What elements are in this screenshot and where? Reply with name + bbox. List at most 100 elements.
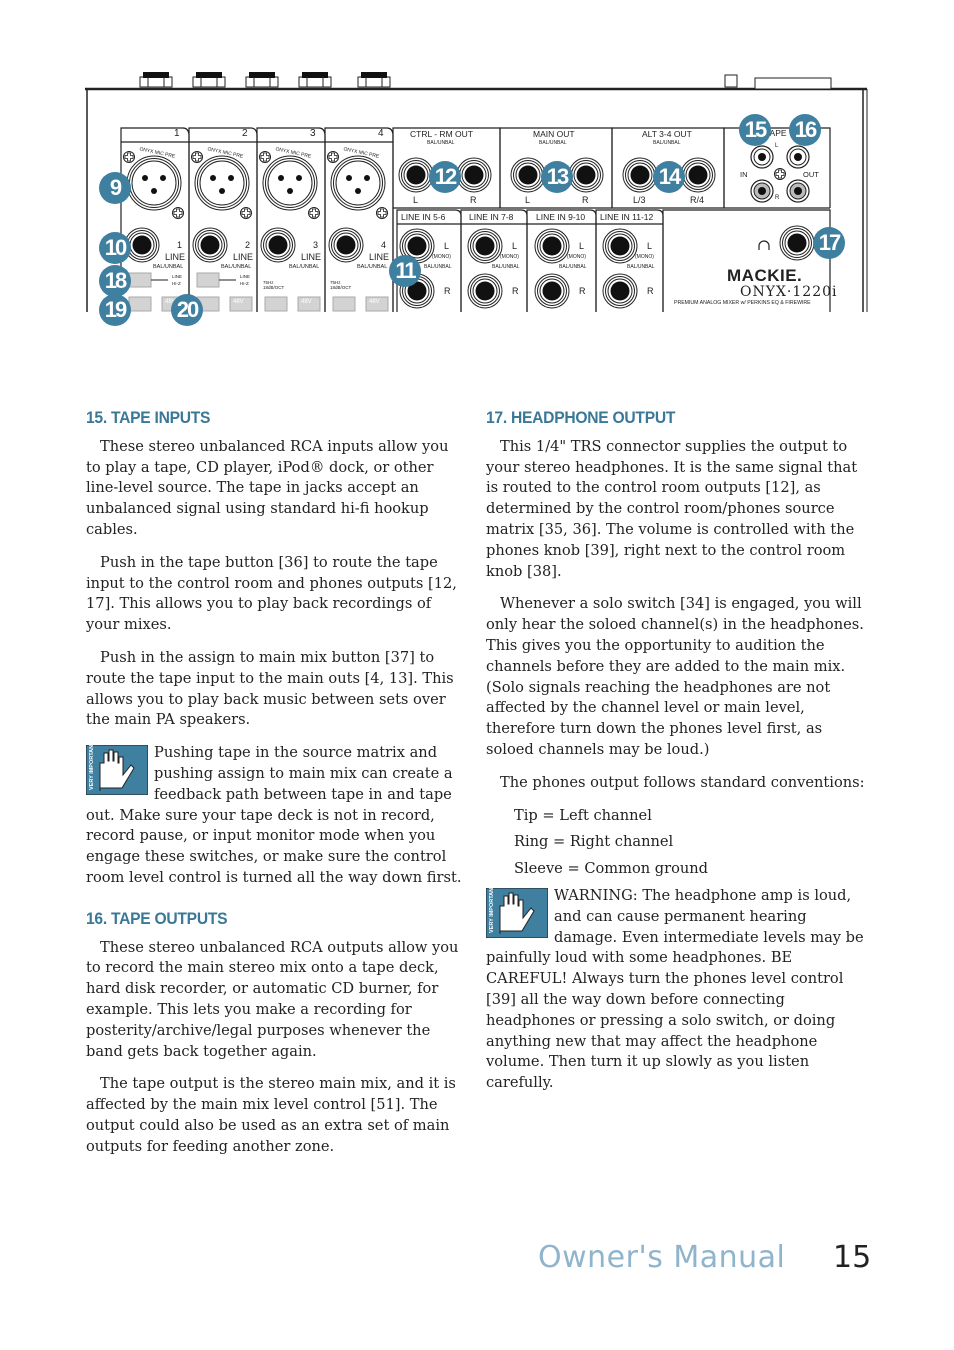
channel-number: 3 — [310, 128, 316, 139]
section-heading-headphone-output: 17. HEADPHONE OUTPUT — [486, 408, 676, 427]
callout-badge: 18 — [99, 265, 131, 297]
filter-label: 75Hz 18dB/OCT — [263, 280, 285, 290]
callout-badge: 20 — [171, 294, 203, 326]
line-label: LINE — [165, 252, 186, 262]
right-label: R — [579, 286, 586, 296]
warning-block: VERY IMPORTANT Pushing tape in the sourc… — [86, 743, 466, 889]
right-column: 17. HEADPHONE OUTPUT This 1/4" TRS conne… — [486, 408, 866, 1094]
paragraph: Push in the assign to main mix button [3… — [86, 648, 454, 729]
footer-title: Owner's Manual — [538, 1240, 786, 1275]
phantom-label: 48V — [369, 299, 380, 305]
right-label: R — [444, 286, 451, 296]
callout-badge: 13 — [541, 161, 573, 193]
mono-label: (MONO) — [567, 254, 586, 260]
section-heading-tape-outputs: 16. TAPE OUTPUTS — [86, 908, 228, 928]
conventions-list: Tip = Left channel Ring = Right channel … — [486, 806, 866, 880]
line-in-label: LINE IN 9-10 — [536, 212, 586, 222]
tape-out-label: OUT — [803, 170, 819, 179]
phantom-label: 48V — [233, 299, 244, 305]
mackie-logo: MACKIE. — [727, 266, 803, 285]
left-label: L — [444, 241, 450, 251]
line-in-label: LINE IN 5-6 — [401, 212, 446, 222]
very-important-hand-icon: VERY IMPORTANT — [86, 745, 148, 796]
alt-out-label: ALT 3-4 OUT — [642, 129, 692, 139]
warning-block: VERY IMPORTANT WARNING: The headphone am… — [486, 886, 866, 1094]
left-label: L — [413, 195, 419, 205]
bal-label: BAL/UNBAL — [627, 264, 655, 270]
bal-label: BAL/UNBAL — [653, 140, 681, 146]
line-in-label: LINE IN 7-8 — [469, 212, 514, 222]
callout-badge: 19 — [99, 294, 131, 326]
callout-badge: 11 — [389, 255, 421, 287]
bal-label: BAL/UNBAL — [221, 264, 252, 270]
right-label: R — [470, 195, 477, 205]
paragraph: These stereo unbalanced RCA outputs allo… — [86, 938, 459, 1060]
bal-label: BAL/UNBAL — [424, 264, 452, 270]
bal-label: BAL/UNBAL — [492, 264, 520, 270]
line-in-label: LINE IN 11-12 — [600, 212, 654, 222]
headphone-icon — [758, 240, 770, 250]
left-label: L/3 — [633, 195, 646, 205]
line-label: LINE — [369, 252, 390, 262]
right-label: R/4 — [690, 195, 705, 205]
tagline: PREMIUM ANALOG MIXER w/ PERKINS EQ & FIR… — [674, 300, 811, 306]
line-number: 1 — [177, 240, 183, 250]
callout-badge: 9 — [99, 172, 131, 204]
hiz-switch-label: HI-Z — [172, 281, 181, 286]
page-number: 15 — [833, 1240, 872, 1275]
section-heading-tape-inputs: 15. TAPE INPUTS — [86, 408, 211, 427]
mono-label: (MONO) — [500, 254, 519, 260]
left-label: L — [525, 195, 531, 205]
callout-badge: 14 — [653, 161, 685, 193]
bal-label: BAL/UNBAL — [427, 140, 455, 146]
paragraph: Whenever a solo switch [34] is engaged, … — [486, 595, 864, 758]
bal-label: BAL/UNBAL — [357, 264, 388, 270]
model-name: ONYX·1220i — [740, 284, 838, 300]
svg-text:VERY IMPORTANT: VERY IMPORTANT — [489, 888, 495, 933]
mixer-rear-panel-illustration: 1 2 3 4 ONYX MIC PRE ONYX MIC PRE ONYX M… — [0, 0, 954, 330]
right-label: R — [647, 286, 654, 296]
channel-number: 4 — [378, 128, 384, 139]
channel-number: 1 — [174, 128, 180, 139]
ctrl-rm-out-label: CTRL - RM OUT — [410, 129, 473, 139]
tape-right-label: R — [775, 195, 780, 201]
left-label: L — [512, 241, 518, 251]
right-label: R — [582, 195, 589, 205]
bal-label: BAL/UNBAL — [153, 264, 184, 270]
panel-drawing — [85, 71, 868, 312]
tape-left-label: L — [775, 143, 779, 149]
mono-label: (MONO) — [635, 254, 654, 260]
paragraph: The tape output is the stereo main mix, … — [86, 1075, 456, 1155]
very-important-hand-icon: VERY IMPORTANT — [486, 887, 548, 938]
callout-badge: 16 — [789, 114, 821, 146]
left-column: 15. TAPE INPUTS These stereo unbalanced … — [86, 408, 466, 1170]
filter-label: 75Hz 18dB/OCT — [330, 280, 352, 290]
bal-label: BAL/UNBAL — [539, 140, 567, 146]
channel-number: 2 — [242, 128, 248, 139]
list-item: Sleeve = Common ground — [514, 860, 709, 878]
svg-text:VERY IMPORTANT: VERY IMPORTANT — [89, 745, 95, 790]
line-label: LINE — [233, 252, 254, 262]
main-out-label: MAIN OUT — [533, 129, 575, 139]
phantom-label: 48V — [301, 299, 312, 305]
bal-label: BAL/UNBAL — [289, 264, 320, 270]
callout-badge: 15 — [739, 114, 771, 146]
right-label: R — [512, 286, 519, 296]
tape-in-label: IN — [740, 170, 748, 179]
list-item: Ring = Right channel — [514, 833, 674, 851]
paragraph: The phones output follows standard conve… — [500, 773, 865, 791]
line-number: 2 — [245, 240, 251, 250]
left-label: L — [647, 241, 653, 251]
left-label: L — [579, 241, 585, 251]
line-switch-label: LINE — [240, 274, 251, 279]
callout-badge: 10 — [99, 232, 131, 264]
list-item: Tip = Left channel — [514, 806, 652, 824]
hiz-switch-label: HI-Z — [240, 281, 249, 286]
line-label: LINE — [301, 252, 322, 262]
line-switch-label: LINE — [172, 274, 183, 279]
paragraph: Push in the tape button [36] to route th… — [86, 553, 457, 634]
mono-label: (MONO) — [432, 254, 451, 260]
line-number: 4 — [381, 240, 387, 250]
line-number: 3 — [313, 240, 319, 250]
callout-badge: 12 — [429, 161, 461, 193]
